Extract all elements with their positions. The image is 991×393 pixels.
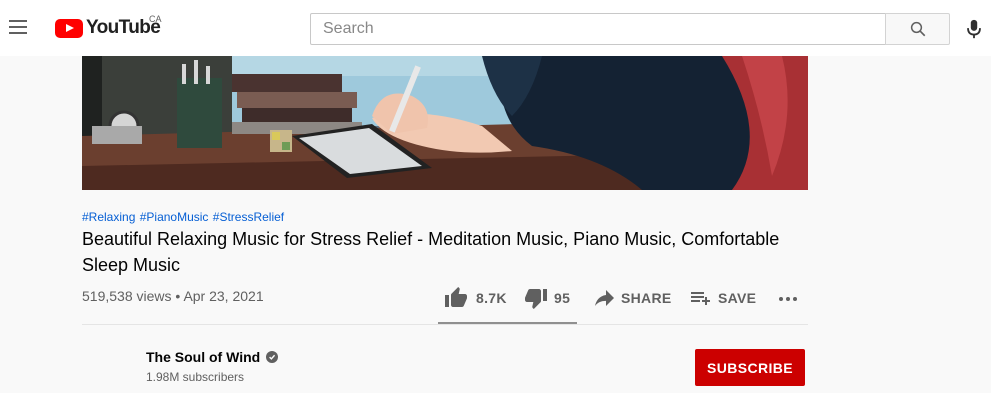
search-input[interactable] bbox=[311, 14, 885, 44]
menu-icon[interactable] bbox=[8, 16, 30, 40]
like-count: 8.7K bbox=[476, 290, 507, 306]
dislike-button[interactable]: 95 bbox=[524, 283, 570, 313]
search-icon bbox=[910, 21, 925, 37]
thumbs-up-icon bbox=[445, 287, 467, 307]
video-player[interactable] bbox=[82, 56, 808, 190]
hashtag-list: #Relaxing #PianoMusic #StressRelief bbox=[82, 210, 285, 224]
video-meta: 519,538 views • Apr 23, 2021 bbox=[82, 288, 264, 304]
share-label: SHARE bbox=[621, 290, 672, 306]
country-code: CA bbox=[149, 14, 162, 24]
youtube-play-icon bbox=[55, 18, 83, 38]
playlist-add-icon bbox=[691, 292, 710, 305]
like-button[interactable]: 8.7K bbox=[444, 283, 507, 313]
channel-name: The Soul of Wind bbox=[146, 349, 261, 365]
dislike-count: 95 bbox=[554, 290, 571, 306]
section-divider bbox=[82, 324, 808, 325]
save-label: SAVE bbox=[718, 290, 757, 306]
thumbs-down-icon bbox=[525, 289, 547, 309]
hashtag-link[interactable]: #Relaxing bbox=[82, 210, 135, 224]
search-box bbox=[310, 13, 886, 45]
microphone-icon bbox=[967, 19, 981, 39]
share-button[interactable]: SHARE bbox=[592, 283, 672, 313]
hashtag-link[interactable]: #StressRelief bbox=[213, 210, 284, 224]
hashtag-link[interactable]: #PianoMusic bbox=[140, 210, 209, 224]
voice-search-button[interactable] bbox=[962, 17, 986, 41]
search-button[interactable] bbox=[885, 13, 950, 45]
channel-name-link[interactable]: The Soul of Wind bbox=[146, 349, 279, 365]
verified-check-icon bbox=[266, 351, 279, 363]
upload-date: Apr 23, 2021 bbox=[183, 288, 264, 304]
youtube-logo[interactable]: YouTube bbox=[55, 16, 161, 40]
subscriber-count: 1.98M subscribers bbox=[146, 370, 245, 384]
save-button[interactable]: SAVE bbox=[688, 283, 756, 313]
masthead: YouTube CA bbox=[0, 0, 991, 56]
view-count: 519,538 views bbox=[82, 288, 172, 304]
more-actions-button[interactable] bbox=[776, 283, 800, 313]
video-frame-illustration bbox=[82, 56, 808, 190]
subscribe-button[interactable]: SUBSCRIBE bbox=[695, 349, 805, 386]
meta-separator: • bbox=[175, 288, 181, 304]
more-horizontal-icon bbox=[779, 297, 797, 301]
video-title: Beautiful Relaxing Music for Stress Reli… bbox=[82, 229, 780, 275]
share-arrow-icon bbox=[595, 290, 614, 306]
